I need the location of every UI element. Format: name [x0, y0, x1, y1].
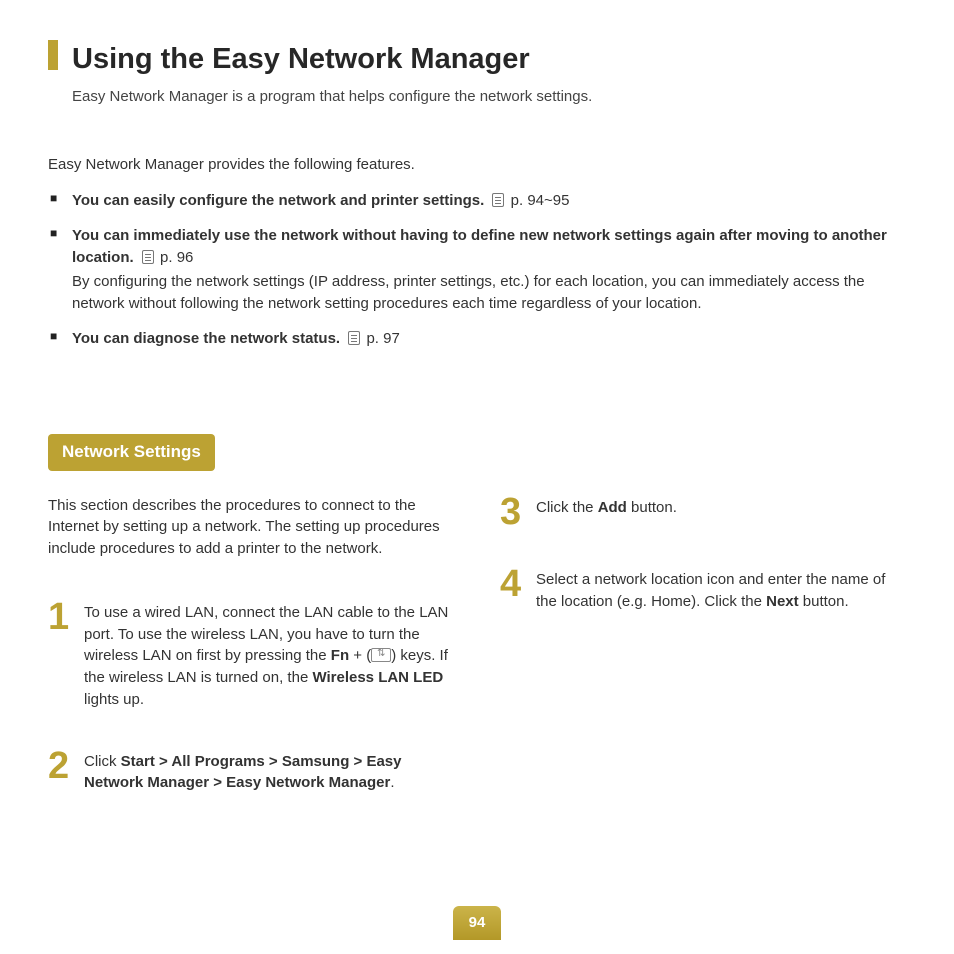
step-body: Click the Add button. [536, 495, 906, 529]
key-label: Wireless LAN LED [312, 669, 443, 686]
step-text: + ( [349, 647, 371, 664]
section-intro: This section describes the procedures to… [48, 495, 454, 560]
feature-bold: You can immediately use the network with… [72, 227, 887, 266]
step-number: 3 [500, 495, 526, 529]
step-text: button. [799, 593, 849, 610]
step-body: To use a wired LAN, connect the LAN cabl… [84, 600, 454, 711]
features-list: You can easily configure the network and… [48, 190, 906, 351]
title-accent-bar [48, 40, 58, 70]
step-number: 2 [48, 749, 74, 795]
page-ref-icon [142, 250, 154, 264]
feature-bold: You can diagnose the network status. [72, 330, 340, 347]
step: 1 To use a wired LAN, connect the LAN ca… [48, 600, 454, 711]
feature-bold: You can easily configure the network and… [72, 192, 484, 209]
key-label: Add [598, 499, 627, 516]
key-label: Fn [331, 647, 349, 664]
feature-item: You can diagnose the network status. p. … [48, 328, 906, 350]
step-body: Select a network location icon and enter… [536, 567, 906, 613]
feature-ref: p. 97 [366, 330, 399, 347]
page-ref-icon [492, 193, 504, 207]
feature-item: You can immediately use the network with… [48, 225, 906, 314]
page-ref-icon [348, 331, 360, 345]
step-text: button. [627, 499, 677, 516]
step-text: Click [84, 753, 121, 770]
fn-key-icon [371, 648, 391, 662]
feature-note: By configuring the network settings (IP … [72, 271, 906, 315]
feature-item: You can easily configure the network and… [48, 190, 906, 212]
key-label: Start > All Programs > Samsung > Easy Ne… [84, 753, 401, 792]
page-number: 94 [453, 906, 502, 940]
feature-ref: p. 96 [160, 249, 193, 266]
feature-ref: p. 94~95 [511, 192, 570, 209]
step-number: 4 [500, 567, 526, 613]
step-number: 1 [48, 600, 74, 711]
page-title: Using the Easy Network Manager [72, 38, 530, 80]
key-label: Next [766, 593, 799, 610]
step-text: . [390, 774, 394, 791]
step: 4 Select a network location icon and ent… [500, 567, 906, 613]
step-text: lights up. [84, 691, 144, 708]
step: 2 Click Start > All Programs > Samsung >… [48, 749, 454, 795]
page-footer: 94 [0, 906, 954, 940]
step-body: Click Start > All Programs > Samsung > E… [84, 749, 454, 795]
features-intro: Easy Network Manager provides the follow… [48, 154, 906, 176]
step: 3 Click the Add button. [500, 495, 906, 529]
step-text: Click the [536, 499, 598, 516]
section-heading: Network Settings [48, 434, 215, 471]
page-subtitle: Easy Network Manager is a program that h… [72, 86, 906, 108]
